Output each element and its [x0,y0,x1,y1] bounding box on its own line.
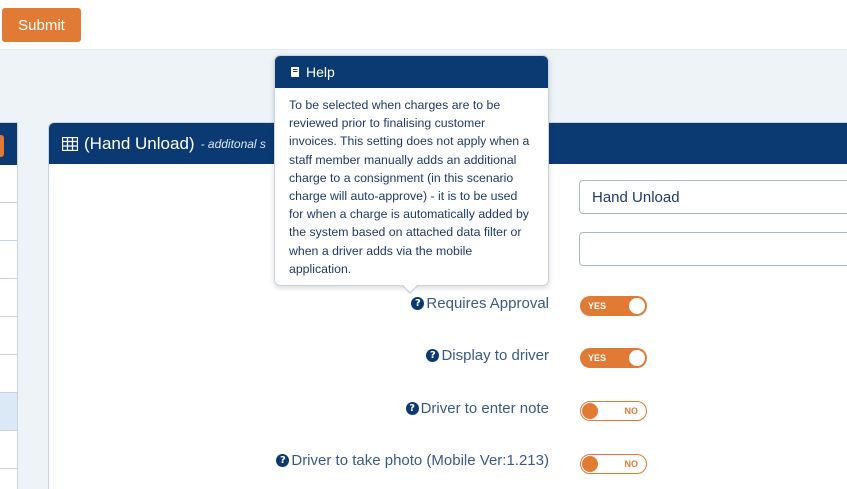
list-item[interactable] [0,165,17,203]
driver-take-photo-label: ? Driver to take photo (Mobile Ver:1.213… [276,452,549,469]
toggle-knob [629,298,645,314]
charge-name-input[interactable] [579,180,847,214]
list-item[interactable] [0,431,17,469]
driver-enter-note-label: ? Driver to enter note [405,400,549,417]
toggle-knob [582,456,598,472]
requires-approval-label: ? Requires Approval [411,295,549,312]
list-item[interactable] [0,317,17,355]
list-item[interactable] [0,279,17,317]
list-item[interactable] [0,355,17,393]
requires-approval-toggle[interactable]: YES [580,296,647,316]
top-toolbar: Submit [0,0,847,50]
table-icon [62,136,78,151]
secondary-input[interactable] [579,232,847,266]
driver-take-photo-toggle[interactable]: NO [580,454,647,474]
left-panel-header [0,123,17,165]
driver-enter-note-toggle[interactable]: NO [580,401,647,421]
list-item[interactable] [0,203,17,241]
left-panel-button[interactable] [0,135,4,157]
toggle-knob [582,403,598,419]
list-item[interactable] [0,241,17,279]
question-circle-icon[interactable]: ? [411,297,425,310]
question-circle-icon[interactable]: ? [405,402,419,415]
question-circle-icon[interactable]: ? [426,349,440,362]
toggle-knob [629,350,645,366]
popover-arrow [401,284,419,294]
question-circle-icon[interactable]: ? [276,454,290,467]
panel-title: (Hand Unload) [84,133,195,153]
display-to-driver-toggle[interactable]: YES [580,348,647,368]
panel-subtitle: - additonal s [200,136,266,151]
popover-title: Help [306,64,335,80]
book-icon [291,67,299,77]
popover-header: Help [275,56,548,88]
display-to-driver-label: ? Display to driver [426,347,549,364]
left-side-panel [0,122,18,489]
popover-body: To be selected when charges are to be re… [289,98,530,276]
submit-button[interactable]: Submit [2,8,81,42]
help-popover: Help To be selected when charges are to … [274,55,549,294]
list-item-selected[interactable] [0,393,17,431]
